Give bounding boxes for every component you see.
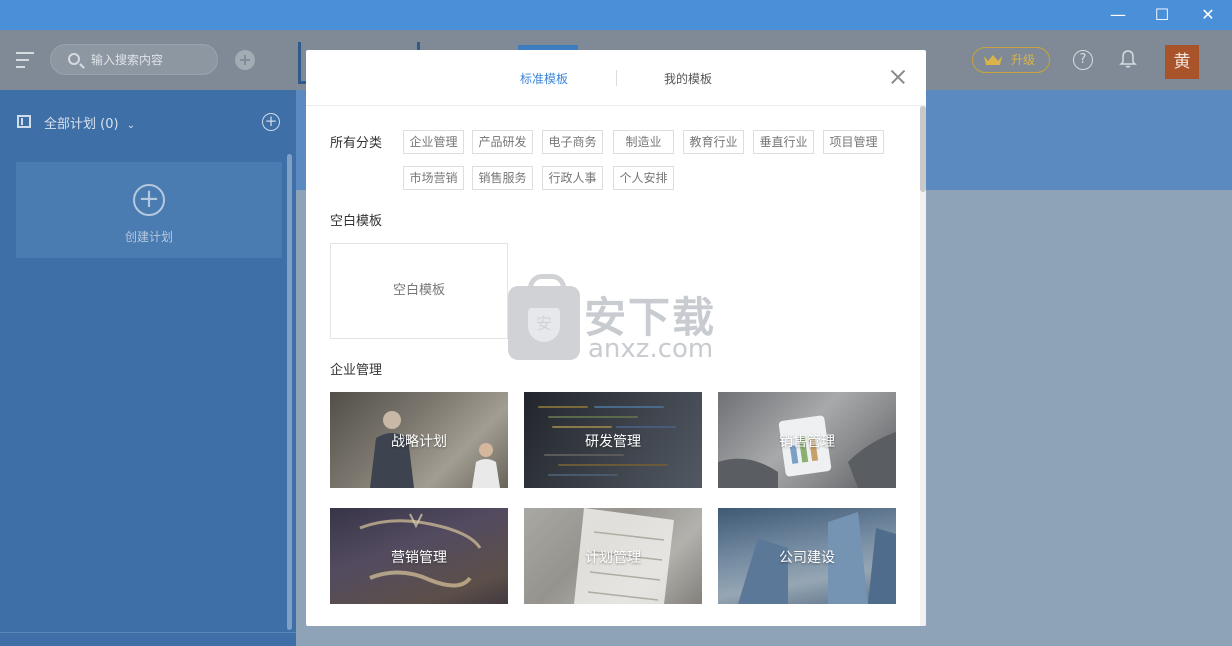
add-plan-button[interactable]: + [262, 113, 280, 131]
tab-my-templates[interactable]: 我的模板 [664, 70, 712, 87]
help-icon[interactable]: ? [1073, 50, 1093, 70]
tab-divider [616, 70, 617, 86]
category-tag[interactable]: 垂直行业 [753, 130, 814, 154]
create-plan-label: 创建计划 [124, 230, 173, 244]
sidebar: 全部计划 (0) ⌄ + + 创建计划 [0, 90, 296, 646]
chevron-down-icon: ⌄ [126, 120, 136, 131]
template-card-marketing[interactable]: 营销管理 [330, 508, 508, 604]
sidebar-divider [0, 632, 296, 633]
all-plans-label: 全部计划 (0) [44, 117, 119, 132]
close-window-button[interactable]: ✕ [1185, 0, 1231, 30]
template-card-strategy[interactable]: 战略计划 [330, 392, 508, 488]
sidebar-scrollbar[interactable] [287, 154, 292, 630]
shopping-bag-icon: 安 [508, 274, 580, 360]
shield-icon: 安 [528, 308, 560, 342]
template-label: 公司建设 [779, 550, 835, 566]
template-label: 营销管理 [391, 550, 447, 566]
template-card-company[interactable]: 公司建设 [718, 508, 896, 604]
category-tag[interactable]: 项目管理 [823, 130, 884, 154]
template-label: 战略计划 [391, 434, 447, 450]
category-tag[interactable]: 销售服务 [472, 166, 533, 190]
dialog-header: 标准模板 我的模板 [306, 50, 926, 106]
upgrade-label: 升级 [1011, 53, 1036, 67]
blank-template-card[interactable]: 空白模板 [330, 243, 508, 339]
search-input[interactable] [91, 51, 211, 69]
all-plans-dropdown[interactable]: 全部计划 (0) ⌄ [44, 113, 135, 132]
watermark-logo: 安 安下载 anxz.com [508, 274, 728, 364]
search-box[interactable] [50, 44, 218, 75]
template-card-sales[interactable]: 销售管理 [718, 392, 896, 488]
plus-circle-icon: + [133, 184, 165, 216]
dialog-body: 所有分类 企业管理 产品研发 电子商务 制造业 教育行业 垂直行业 项目管理 市… [306, 106, 920, 626]
dialog-scrollbar-thumb[interactable] [920, 106, 926, 192]
watermark-en-text: anxz.com [588, 334, 714, 364]
template-card-planning[interactable]: 计划管理 [524, 508, 702, 604]
bell-icon[interactable] [1119, 49, 1137, 69]
enterprise-section-title: 企业管理 [330, 363, 383, 378]
template-label: 销售管理 [779, 434, 835, 450]
close-icon[interactable] [889, 68, 907, 86]
category-title: 所有分类 [330, 136, 383, 151]
title-bar: — ☐ ✕ [0, 0, 1232, 30]
category-tag[interactable]: 个人安排 [613, 166, 674, 190]
search-icon [68, 53, 80, 65]
template-card-rd[interactable]: 研发管理 [524, 392, 702, 488]
minimize-button[interactable]: — [1095, 0, 1141, 30]
upgrade-button[interactable]: 升级 [972, 47, 1050, 73]
menu-icon[interactable] [16, 52, 34, 68]
crown-icon [984, 55, 1002, 65]
add-button[interactable]: + [235, 50, 255, 70]
category-tag[interactable]: 行政人事 [542, 166, 603, 190]
avatar[interactable]: 黄 [1165, 45, 1199, 79]
category-tag[interactable]: 市场营销 [403, 166, 464, 190]
category-tag[interactable]: 电子商务 [542, 130, 603, 154]
category-tag[interactable]: 企业管理 [403, 130, 464, 154]
template-label: 研发管理 [585, 434, 641, 450]
category-tag[interactable]: 制造业 [613, 130, 674, 154]
category-tag[interactable]: 产品研发 [472, 130, 533, 154]
category-tag[interactable]: 教育行业 [683, 130, 744, 154]
plan-board-icon [17, 115, 31, 128]
create-plan-card[interactable]: + 创建计划 [16, 162, 282, 258]
dialog-scrollbar[interactable] [920, 106, 926, 626]
maximize-button[interactable]: ☐ [1139, 0, 1185, 30]
blank-section-title: 空白模板 [330, 214, 383, 229]
template-label: 计划管理 [585, 550, 641, 566]
tab-standard-templates[interactable]: 标准模板 [520, 70, 568, 87]
